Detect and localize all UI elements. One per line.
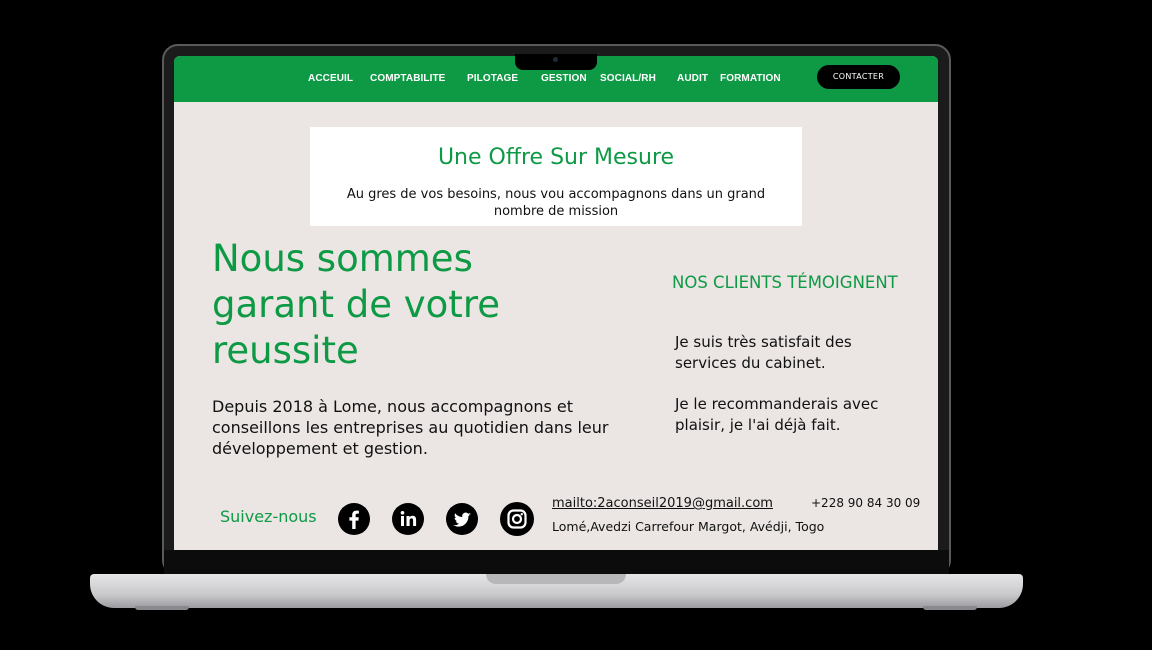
- nav-item-acceuil[interactable]: ACCEUIL: [308, 73, 353, 84]
- twitter-icon[interactable]: [445, 502, 479, 536]
- instagram-icon[interactable]: [499, 501, 535, 537]
- nav-item-formation[interactable]: FORMATION: [720, 73, 781, 84]
- camera-icon: [553, 57, 558, 62]
- testimonial-quote: Je le recommanderais avec plaisir, je l'…: [675, 395, 879, 434]
- phone-number: +228 90 84 30 09: [811, 496, 921, 510]
- follow-us-label: Suivez-nous: [220, 507, 317, 526]
- nav-item-comptabilite[interactable]: COMPTABILITE: [370, 73, 445, 84]
- address: Lomé,Avedzi Carrefour Margot, Avédji, To…: [552, 519, 825, 534]
- offer-subtitle: Au gres de vos besoins, nous vou accompa…: [346, 187, 766, 219]
- nav-item-gestion[interactable]: GESTION: [541, 73, 587, 84]
- laptop-opening-notch: [486, 574, 626, 584]
- nav-item-pilotage[interactable]: PILOTAGE: [467, 73, 518, 84]
- hero-description: Depuis 2018 à Lome, nous accompagnons et…: [212, 397, 609, 458]
- laptop-base: [90, 574, 1023, 608]
- testimonial-quote: Je suis très satisfait des services du c…: [675, 333, 852, 372]
- hero-title: Nous sommes garant de votre reussite: [212, 237, 500, 372]
- laptop-foot: [923, 606, 977, 610]
- linkedin-icon[interactable]: [391, 502, 425, 536]
- nav-item-audit[interactable]: AUDIT: [677, 73, 708, 84]
- email-link[interactable]: mailto:2aconseil2019@gmail.com: [552, 496, 773, 511]
- offer-title: Une Offre Sur Mesure: [437, 145, 675, 170]
- testimonials-title: NOS CLIENTS TÉMOIGNENT: [672, 273, 898, 292]
- laptop-bezel: [164, 550, 949, 574]
- nav-item-social-rh[interactable]: SOCIAL/RH: [600, 73, 656, 84]
- contact-button[interactable]: CONTACTER: [817, 65, 900, 89]
- camera-notch: [515, 54, 597, 70]
- website-screen: ACCEUIL COMPTABILITE PILOTAGE GESTION SO…: [174, 56, 938, 550]
- offer-card: Une Offre Sur Mesure Au gres de vos beso…: [310, 127, 802, 226]
- laptop-foot: [135, 606, 189, 610]
- facebook-icon[interactable]: [337, 502, 371, 536]
